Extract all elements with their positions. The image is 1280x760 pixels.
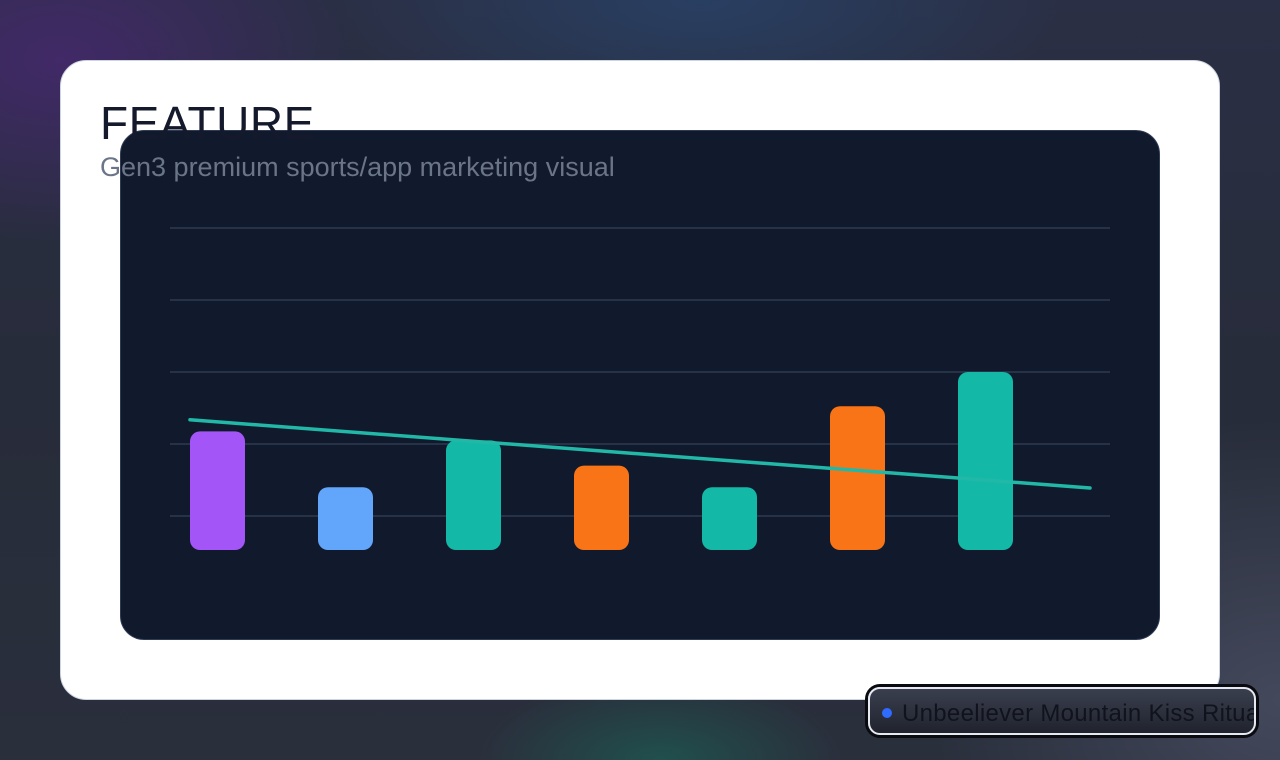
bar-5: [702, 487, 757, 550]
bar-4: [574, 465, 629, 550]
badge-label: Unbeeliever Mountain Kiss Ritual Gem: [902, 700, 1254, 727]
trend-line: [188, 418, 1092, 490]
bar-1: [190, 431, 245, 550]
bar-2: [318, 487, 373, 550]
trend-line-path: [188, 418, 1092, 490]
bar-3: [446, 440, 501, 550]
card-title: FEATURE: [100, 97, 315, 149]
card-subtitle: Gen3 premium sports/app marketing visual: [100, 152, 615, 182]
bar-6: [830, 406, 885, 550]
watermark-badge[interactable]: Unbeeliever Mountain Kiss Ritual Gem: [868, 687, 1256, 735]
bars: [190, 372, 1013, 550]
status-dot-icon: [882, 708, 892, 718]
bar-7: [958, 372, 1013, 550]
